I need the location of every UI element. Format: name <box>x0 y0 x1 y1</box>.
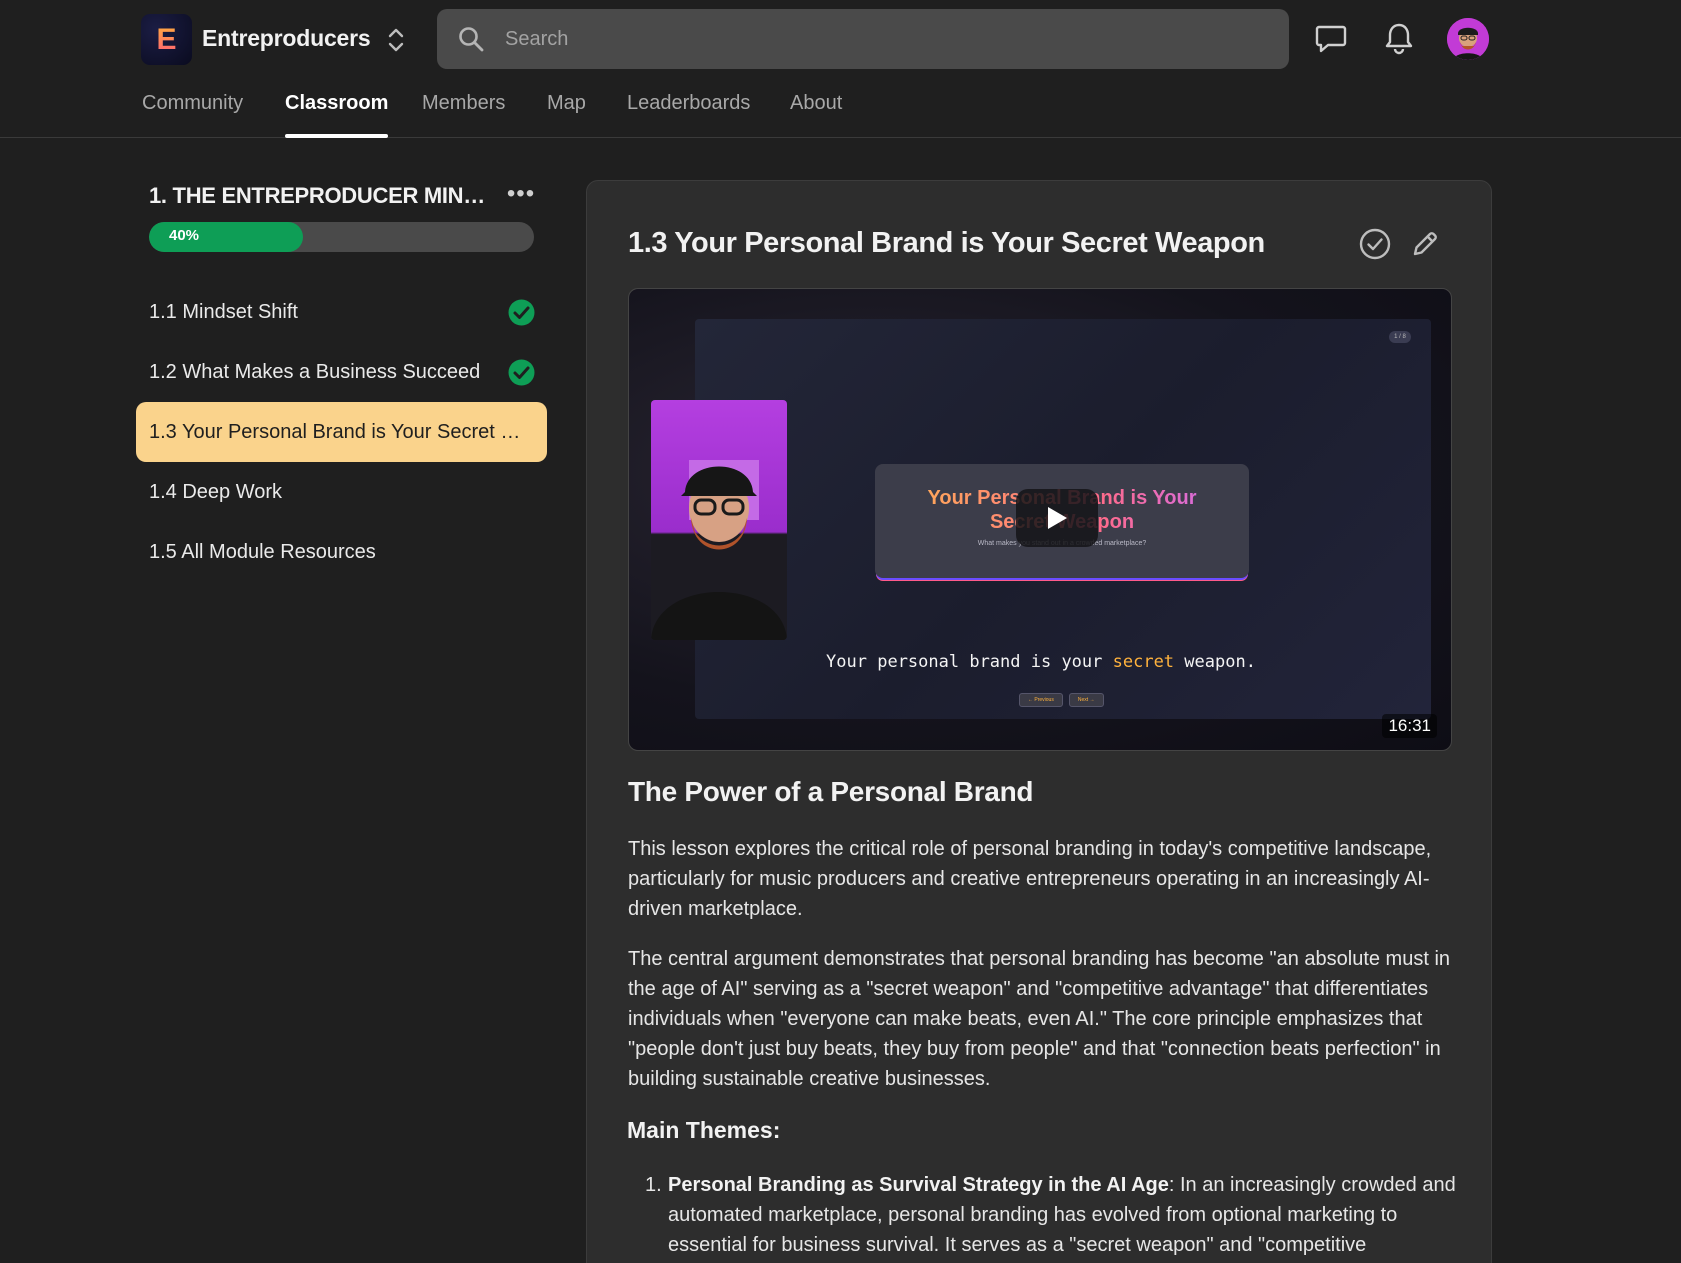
theme-title: Personal Branding as Survival Strategy i… <box>668 1174 1169 1196</box>
lesson-list: 1.1 Mindset Shift 1.2 What Makes a Busin… <box>136 282 547 582</box>
lesson-title: 1.3 Your Personal Brand is Your Secret W… <box>628 227 1265 259</box>
lesson-label: 1.5 All Module Resources <box>149 540 376 563</box>
lesson-label: 1.3 Your Personal Brand is Your Secret W… <box>149 420 534 443</box>
slide-counter: 1 / 8 <box>1389 331 1411 343</box>
tab-about[interactable]: About <box>790 90 842 138</box>
progress-label: 40% <box>169 227 200 244</box>
tab-members[interactable]: Members <box>422 90 505 138</box>
presenter-thumbnail <box>651 400 787 640</box>
completed-check-icon <box>508 299 535 326</box>
paragraph-argument: The central argument demonstrates that p… <box>628 948 1451 1090</box>
slide-nav-buttons: ← Previous Next → <box>1019 693 1104 707</box>
caption-text-end: weapon. <box>1174 652 1256 672</box>
lesson-card: 1.3 Your Personal Brand is Your Secret W… <box>586 180 1492 1263</box>
mark-complete-icon[interactable] <box>1358 227 1392 261</box>
presenter-image <box>651 460 787 640</box>
community-logo[interactable]: E <box>141 14 192 65</box>
video-caption: Your personal brand is your secret weapo… <box>629 652 1451 672</box>
tab-map[interactable]: Map <box>547 90 586 138</box>
more-options-icon[interactable]: ••• <box>506 182 536 210</box>
theme-body: Personal Branding as Survival Strategy i… <box>668 1170 1458 1263</box>
video-player[interactable]: 1 / 8 Your Personal Brand is Your Secret… <box>628 288 1452 751</box>
themes-heading: Main Themes: <box>627 1117 781 1143</box>
tab-community[interactable]: Community <box>142 90 243 138</box>
search-input[interactable] <box>505 9 1265 69</box>
user-avatar[interactable] <box>1447 18 1489 60</box>
community-switcher-icon[interactable] <box>384 24 408 56</box>
lesson-item-active[interactable]: 1.3 Your Personal Brand is Your Secret W… <box>136 402 547 462</box>
search-icon <box>459 27 484 52</box>
avatar-photo <box>1447 18 1489 60</box>
paragraph-intro: This lesson explores the critical role o… <box>628 838 1432 920</box>
video-duration: 16:31 <box>1382 714 1437 738</box>
slide-next-button: Next → <box>1068 693 1104 707</box>
completed-check-icon <box>508 359 535 386</box>
top-header: E Entreproducers Community Classroom <box>0 0 1681 138</box>
lesson-item[interactable]: 1.4 Deep Work <box>136 462 547 522</box>
lesson-label: 1.1 Mindset Shift <box>149 300 298 323</box>
lesson-item[interactable]: 1.2 What Makes a Business Succeed <box>136 342 547 402</box>
caption-text-start: Your personal brand is your <box>826 652 1113 672</box>
chat-icon[interactable] <box>1313 20 1349 56</box>
play-icon <box>1048 507 1067 529</box>
edit-pencil-icon[interactable] <box>1408 227 1442 261</box>
module-progress-bar: 40% <box>149 222 534 252</box>
section-heading: The Power of a Personal Brand <box>628 776 1034 807</box>
module-title: 1. THE ENTREPRODUCER MINDSET <box>149 183 489 208</box>
tab-classroom[interactable]: Classroom <box>285 90 389 138</box>
lesson-item[interactable]: 1.1 Mindset Shift <box>136 282 547 342</box>
tab-leaderboards[interactable]: Leaderboards <box>627 90 750 138</box>
lesson-label: 1.4 Deep Work <box>149 480 283 503</box>
theme-number: 1. <box>645 1174 662 1196</box>
slide-prev-button: ← Previous <box>1019 693 1063 707</box>
caption-highlight: secret <box>1112 652 1175 672</box>
lesson-label: 1.2 What Makes a Business Succeed <box>149 360 481 383</box>
lesson-item[interactable]: 1.5 All Module Resources <box>136 522 547 582</box>
bell-icon[interactable] <box>1381 20 1417 56</box>
search-bar[interactable] <box>437 9 1289 69</box>
play-button[interactable] <box>1016 489 1098 547</box>
community-name[interactable]: Entreproducers <box>202 22 371 54</box>
